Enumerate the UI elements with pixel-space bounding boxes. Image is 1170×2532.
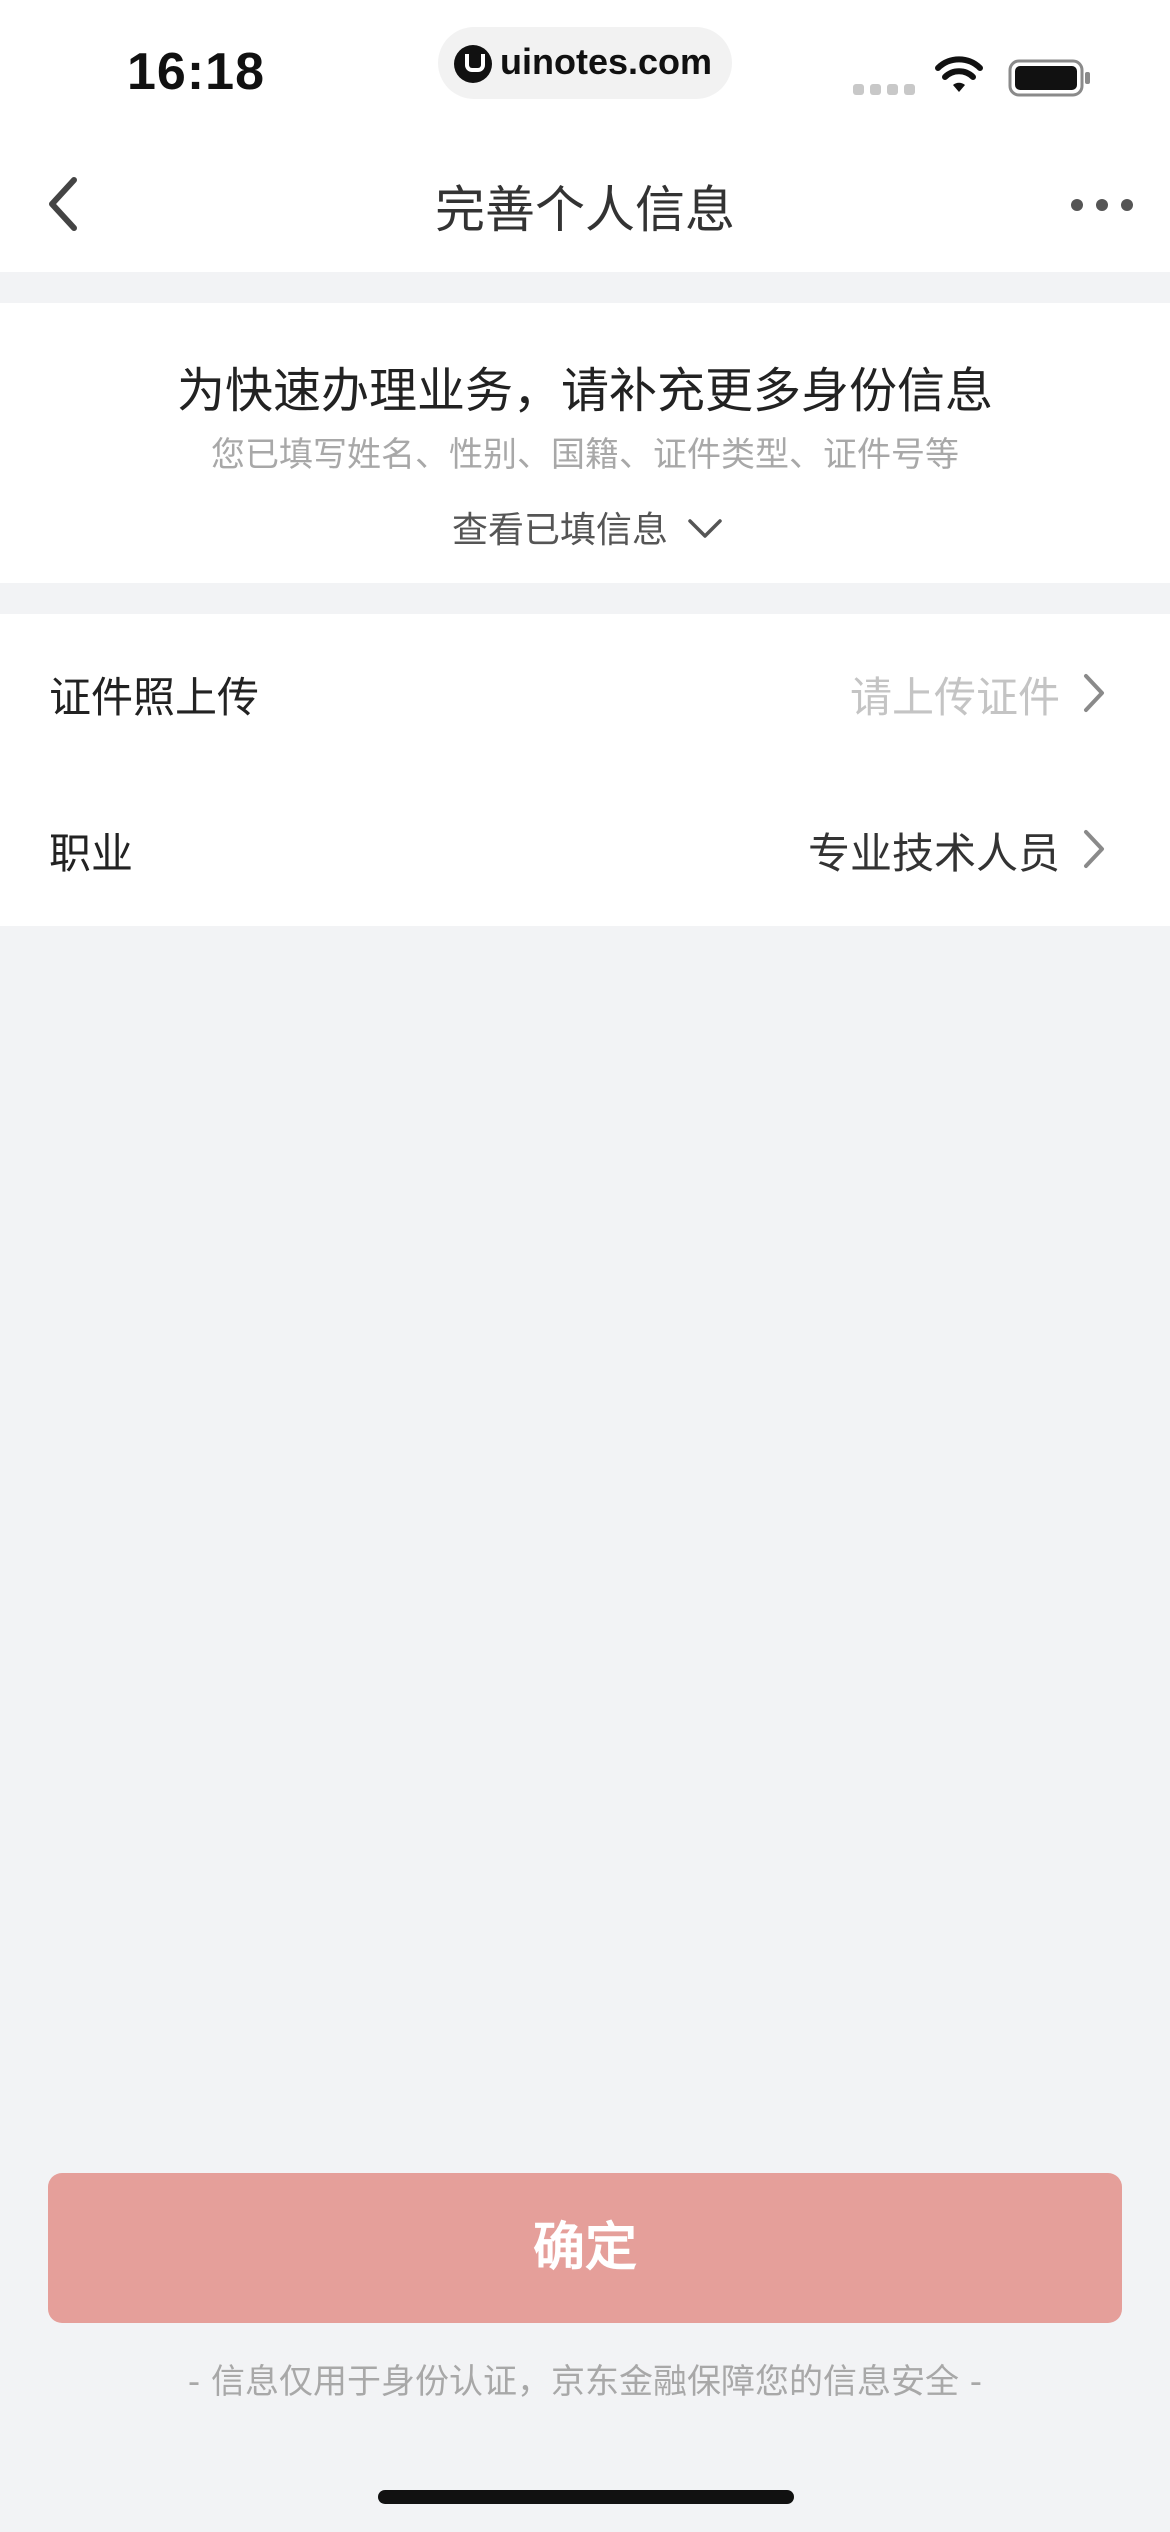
security-note: - 信息仅用于身份认证，京东金融保障您的信息安全 - [187, 2362, 983, 2402]
form-card: 证件照上传 请上传证件 职业 专业技术人员 [0, 614, 1170, 926]
chevron-right-icon [1084, 674, 1104, 712]
row-value: 专业技术人员 [807, 829, 1060, 878]
wifi-icon [935, 56, 983, 92]
battery-icon [1008, 59, 1090, 97]
intro-card: 为快速办理业务，请补充更多身份信息 您已填写姓名、性别、国籍、证件类型、证件号等… [0, 303, 1170, 583]
intro-title: 为快速办理业务，请补充更多身份信息 [176, 363, 993, 419]
row-label: 职业 [49, 829, 134, 878]
more-options-icon[interactable] [1070, 198, 1134, 212]
row-label: 证件照上传 [49, 673, 260, 722]
intro-subtitle: 您已填写姓名、性别、国籍、证件类型、证件号等 [211, 435, 959, 475]
nav-bar: 完善个人信息 [0, 130, 1170, 272]
view-filled-info-toggle[interactable]: 查看已填信息 [452, 501, 723, 551]
id-photo-upload-row[interactable]: 证件照上传 请上传证件 [0, 614, 1170, 770]
url-text: uinotes.com [500, 41, 713, 82]
view-filled-label: 查看已填信息 [452, 510, 669, 551]
row-value: 请上传证件 [849, 673, 1060, 722]
status-bar: 16:18 uinotes.com [0, 0, 1170, 130]
page-title: 完善个人信息 [435, 181, 735, 239]
url-pill[interactable]: uinotes.com [438, 27, 732, 99]
site-logo-icon [454, 45, 492, 83]
chevron-right-icon [1084, 830, 1104, 868]
status-time: 16:18 [127, 43, 265, 101]
home-indicator[interactable] [378, 2490, 794, 2504]
confirm-button[interactable]: 确定 [48, 2173, 1122, 2323]
chevron-down-icon [688, 519, 723, 538]
cellular-signal-icon [853, 84, 917, 96]
occupation-row[interactable]: 职业 专业技术人员 [0, 770, 1170, 926]
